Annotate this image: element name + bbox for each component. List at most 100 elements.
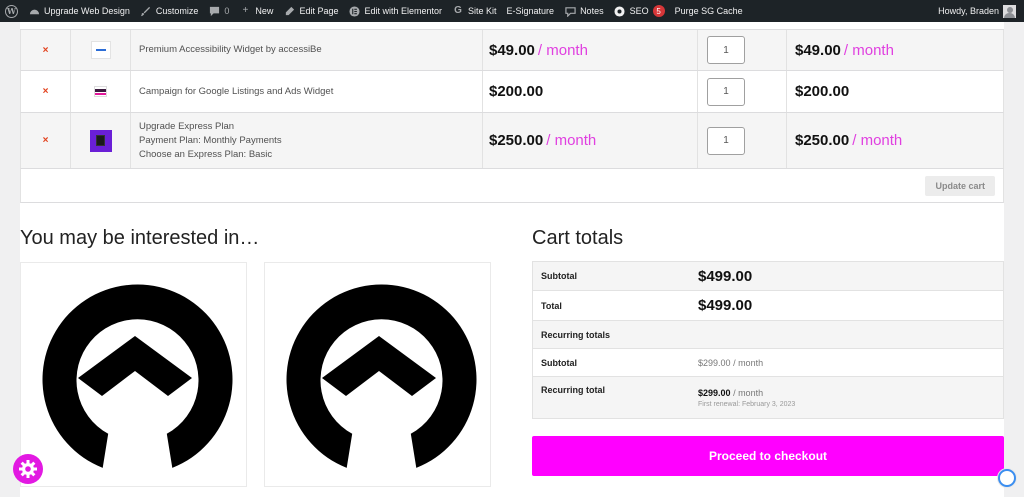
product-thumbnail[interactable] — [94, 86, 107, 97]
price-period: / month — [537, 41, 588, 59]
account-menu[interactable]: Howdy, Braden — [938, 4, 1024, 18]
purge-cache-link[interactable]: Purge SG Cache — [670, 0, 748, 22]
product-thumbnail[interactable] — [90, 41, 111, 59]
price-period: / month — [546, 132, 597, 149]
notes-link[interactable]: Notes — [559, 0, 609, 22]
customize-link[interactable]: Customize — [135, 0, 204, 22]
remove-item-button[interactable]: × — [43, 86, 49, 97]
product-name-link[interactable]: Campaign for Google Listings and Ads Wid… — [139, 85, 482, 99]
interested-heading: You may be interested in… — [20, 227, 260, 249]
first-renewal-note: First renewal: February 3, 2023 — [698, 400, 796, 408]
quantity-input[interactable]: 1 — [707, 126, 745, 155]
esignature-link[interactable]: E-Signature — [502, 0, 560, 22]
quantity-input[interactable]: 1 — [707, 36, 745, 64]
subtotal-amount: $250.00 — [795, 132, 850, 149]
chat-widget-icon[interactable] — [998, 469, 1016, 487]
remove-cell: × — [21, 113, 71, 168]
dashboard-icon — [28, 5, 40, 17]
subtotal-row: Subtotal $499.00 — [533, 262, 1003, 291]
comment-icon — [208, 5, 220, 17]
seo-label: SEO — [629, 6, 649, 16]
quantity-input[interactable]: 1 — [707, 77, 745, 106]
thumbnail-cell — [71, 30, 131, 70]
avatar — [1003, 4, 1016, 18]
accessibility-widget-button[interactable] — [13, 454, 43, 484]
cart-totals-heading: Cart totals — [532, 227, 624, 249]
site-name-link[interactable]: Upgrade Web Design — [23, 0, 135, 22]
seo-gear-icon — [614, 5, 626, 17]
upgrade-logo-icon — [42, 284, 233, 468]
total-row: Total $499.00 — [533, 291, 1003, 321]
subtotal-label: Subtotal — [541, 271, 577, 281]
table-row: × Premium Accessibility Widget by access… — [20, 30, 1004, 71]
remove-cell: × — [21, 30, 71, 70]
wordpress-menu[interactable]: W — [0, 0, 23, 22]
admin-bar: W Upgrade Web Design Customize 0 + New E… — [0, 0, 1024, 22]
site-kit-link[interactable]: G Site Kit — [447, 0, 502, 22]
product-meta-express-plan: Choose an Express Plan: Basic — [139, 148, 273, 160]
notes-icon — [564, 5, 576, 17]
recurring-total-label: Recurring total — [541, 385, 606, 395]
pencil-icon — [283, 5, 295, 17]
remove-item-button[interactable]: × — [43, 135, 49, 146]
edit-page-link[interactable]: Edit Page — [278, 0, 343, 22]
product-name-cell: Campaign for Google Listings and Ads Wid… — [131, 71, 483, 112]
comments-link[interactable]: 0 — [203, 0, 234, 22]
seo-menu[interactable]: SEO 5 — [609, 0, 670, 22]
subtotal-amount: $200.00 — [795, 83, 850, 100]
recurring-totals-heading: Recurring totals — [541, 329, 611, 340]
quantity-cell: 1 — [698, 71, 787, 112]
product-thumbnail[interactable] — [89, 129, 112, 152]
product-name-cell: Upgrade Express Plan Payment Plan: Month… — [131, 113, 483, 168]
page-content: × Premium Accessibility Widget by access… — [20, 22, 1004, 497]
edit-page-label: Edit Page — [299, 6, 339, 16]
wordpress-logo-icon: W — [5, 4, 18, 18]
esignature-label: E-Signature — [506, 6, 555, 16]
recurring-subtotal-row: Subtotal $299.00 / month — [533, 349, 1003, 377]
howdy-label: Howdy, Braden — [938, 6, 999, 16]
subtotal-cell: $49.00/ month — [787, 30, 1003, 70]
elementor-link[interactable]: Edit with Elementor — [343, 0, 447, 22]
total-value: $499.00 — [698, 297, 753, 314]
related-product-card[interactable] — [264, 262, 491, 487]
recurring-total-value: $299.00 — [698, 387, 731, 398]
thumbnail-cell — [71, 71, 131, 112]
price-amount: $200.00 — [489, 83, 544, 100]
subtotal-amount: $49.00 — [795, 41, 841, 59]
proceed-to-checkout-button[interactable]: Proceed to checkout — [532, 436, 1004, 476]
purge-label: Purge SG Cache — [674, 6, 743, 16]
cart-table: × Premium Accessibility Widget by access… — [20, 29, 1004, 203]
subtotal-cell: $250.00/ month — [787, 113, 1003, 168]
google-icon: G — [454, 5, 462, 16]
product-name-link[interactable]: Premium Accessibility Widget by accessiB… — [139, 43, 482, 57]
product-name-link[interactable]: Upgrade Express Plan — [139, 120, 482, 134]
remove-item-button[interactable]: × — [43, 45, 49, 56]
cart-totals-table: Subtotal $499.00 Total $499.00 Recurring… — [532, 261, 1004, 419]
total-label: Total — [541, 300, 562, 311]
thumbnail-cell — [71, 113, 131, 168]
upgrade-logo-icon — [286, 284, 477, 468]
seo-badge: 5 — [652, 5, 665, 17]
elementor-icon — [348, 5, 360, 17]
subtotal-period: / month — [843, 41, 894, 59]
related-product-card[interactable] — [20, 262, 247, 487]
gear-icon — [19, 460, 37, 478]
recurring-subtotal-label: Subtotal — [541, 357, 577, 368]
price-cell: $250.00/ month — [483, 113, 698, 168]
brush-icon — [140, 5, 152, 17]
recurring-heading-row: Recurring totals — [533, 321, 1003, 349]
update-cart-button[interactable]: Update cart — [925, 175, 995, 196]
new-content-link[interactable]: + New — [234, 0, 278, 22]
site-kit-label: Site Kit — [468, 6, 497, 16]
site-name-label: Upgrade Web Design — [44, 6, 130, 16]
subtotal-cell: $200.00 — [787, 71, 1003, 112]
table-row: × Upgrade Express Plan Payment Plan: Mon… — [20, 113, 1004, 169]
plus-icon: + — [242, 5, 249, 16]
subtotal-value: $499.00 — [698, 267, 753, 285]
product-name-cell: Premium Accessibility Widget by accessiB… — [131, 30, 483, 70]
remove-cell: × — [21, 71, 71, 112]
new-label: New — [255, 6, 274, 16]
notes-label: Notes — [580, 6, 604, 16]
quantity-cell: 1 — [698, 113, 787, 168]
quantity-cell: 1 — [698, 30, 787, 70]
